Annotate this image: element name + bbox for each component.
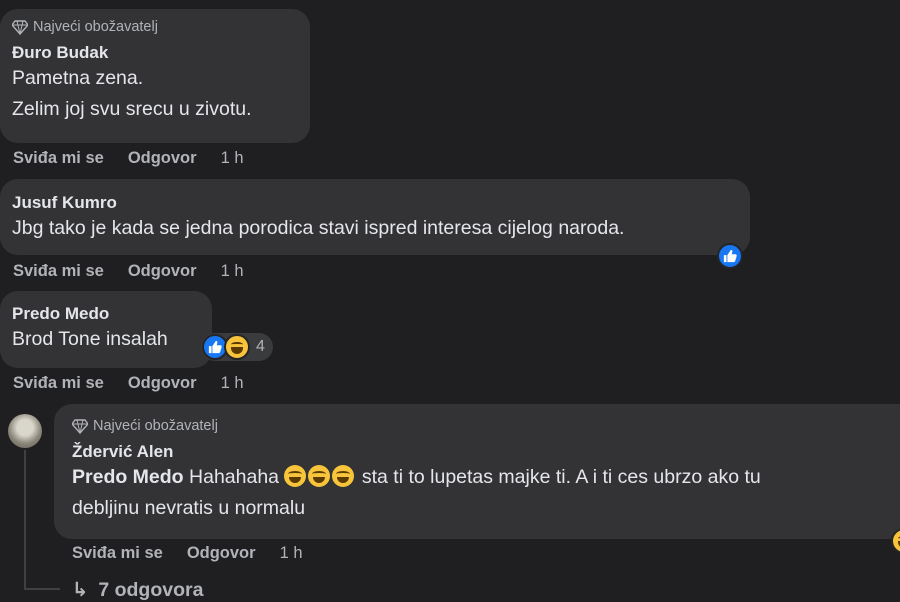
comment-actions: Sviđa mi se Odgovor 1 h: [13, 374, 244, 393]
timestamp[interactable]: 1 h: [221, 374, 244, 393]
comment-bubble: Najveći obožavatelj Đuro Budak Pametna z…: [0, 9, 310, 143]
reply-arrow-icon: ↳: [72, 579, 89, 601]
like-link[interactable]: Sviđa mi se: [13, 374, 104, 393]
badge-label: Najveći obožavatelj: [33, 19, 158, 35]
reply-link[interactable]: Odgovor: [187, 544, 256, 563]
reply-bubble: Najveći obožavatelj Ždervić Alen Predo M…: [54, 404, 900, 539]
comment-text-line: Zelim joj svu srecu u zivotu.: [12, 98, 252, 120]
thread-connector-line: [24, 450, 26, 590]
comment-bubble: Predo Medo Brod Tone insalah: [0, 291, 212, 368]
reply-text: sta ti to lupetas majke ti. A i ti ces u…: [361, 466, 761, 488]
timestamp[interactable]: 1 h: [280, 544, 303, 563]
reply-text-line: debljinu nevratis u normalu: [72, 497, 306, 519]
reply-text-line: Predo Medo Hahahaha sta ti to lupetas ma…: [72, 462, 888, 493]
diamond-icon: [72, 419, 88, 434]
laughing-emoji-icon: [284, 465, 307, 487]
comment-text-line: Pametna zena.: [12, 67, 144, 89]
reply-actions: Sviđa mi se Odgovor 1 h: [72, 544, 303, 563]
comment-author[interactable]: Predo Medo: [12, 304, 200, 324]
top-fan-badge: Najveći obožavatelj: [72, 416, 888, 436]
thread-connector-curve: [24, 588, 60, 590]
reactions-summary[interactable]: 4: [201, 333, 273, 361]
avatar[interactable]: [8, 414, 42, 448]
like-link[interactable]: Sviđa mi se: [72, 544, 163, 563]
rofl-emoji-icon: [308, 465, 331, 487]
rofl-emoji-icon: [332, 465, 355, 487]
diamond-icon: [12, 20, 28, 35]
more-replies-label: 7 odgovora: [98, 578, 204, 601]
reply-link[interactable]: Odgovor: [128, 262, 197, 281]
comment-actions: Sviđa mi se Odgovor 1 h: [13, 262, 244, 281]
like-link[interactable]: Sviđa mi se: [13, 149, 104, 168]
reply-link[interactable]: Odgovor: [128, 374, 197, 393]
view-more-replies-button[interactable]: ↳ 7 odgovora: [72, 578, 203, 602]
like-link[interactable]: Sviđa mi se: [13, 262, 104, 281]
comment-text-line: Brod Tone insalah: [12, 328, 168, 350]
reply-link[interactable]: Odgovor: [128, 149, 197, 168]
reaction-count: 4: [256, 338, 265, 355]
comment-author[interactable]: Jusuf Kumro: [12, 193, 738, 213]
timestamp[interactable]: 1 h: [221, 262, 244, 281]
reaction-like-icon[interactable]: [717, 243, 743, 269]
comment-author[interactable]: Đuro Budak: [12, 43, 298, 63]
badge-label: Najveći obožavatelj: [93, 418, 218, 434]
mention-link[interactable]: Predo Medo: [72, 466, 184, 488]
comment-text-line: Jbg tako je kada se jedna porodica stavi…: [12, 217, 625, 239]
reaction-haha-icon: [224, 334, 250, 360]
reply-text: Hahahaha: [189, 466, 280, 488]
reply-author[interactable]: Ždervić Alen: [72, 442, 888, 462]
top-fan-badge: Najveći obožavatelj: [12, 17, 298, 37]
timestamp[interactable]: 1 h: [221, 149, 244, 168]
comment-bubble: Jusuf Kumro Jbg tako je kada se jedna po…: [0, 179, 750, 255]
comment-actions: Sviđa mi se Odgovor 1 h: [13, 149, 244, 168]
